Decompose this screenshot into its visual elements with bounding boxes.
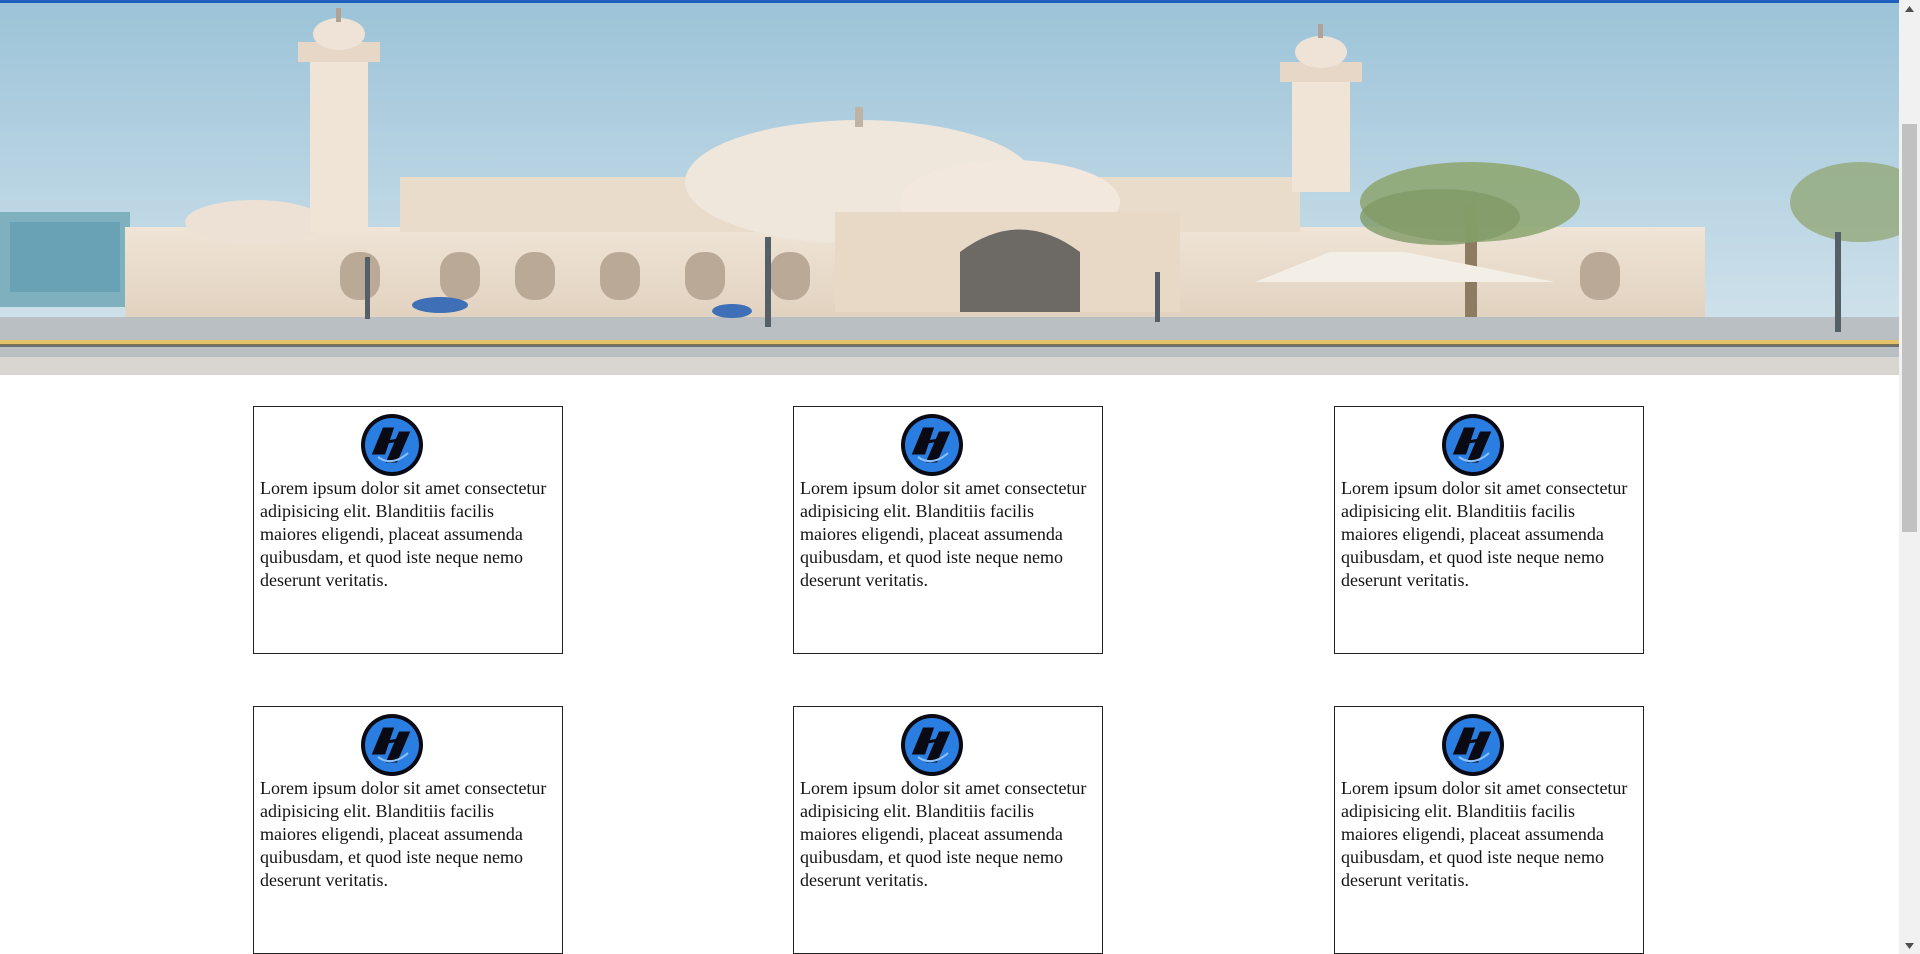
card-text: Lorem ipsum dolor sit amet consectetur a… <box>260 778 547 890</box>
brand-logo-icon <box>900 713 964 777</box>
info-card: Lorem ipsum dolor sit amet consectetur a… <box>1334 706 1644 954</box>
scroll-down-arrow-icon[interactable] <box>1899 937 1920 954</box>
info-card: Lorem ipsum dolor sit amet consectetur a… <box>793 406 1103 654</box>
brand-logo-icon <box>1441 413 1505 477</box>
card-text: Lorem ipsum dolor sit amet consectetur a… <box>800 478 1087 590</box>
card-text: Lorem ipsum dolor sit amet consectetur a… <box>800 778 1087 890</box>
brand-logo-icon <box>1441 713 1505 777</box>
mosque-photo <box>0 2 1899 375</box>
brand-logo-icon <box>360 713 424 777</box>
info-card: Lorem ipsum dolor sit amet consectetur a… <box>253 406 563 654</box>
info-card: Lorem ipsum dolor sit amet consectetur a… <box>1334 406 1644 654</box>
info-card: Lorem ipsum dolor sit amet consectetur a… <box>253 706 563 954</box>
scroll-thumb[interactable] <box>1902 124 1917 532</box>
card-text: Lorem ipsum dolor sit amet consectetur a… <box>1341 778 1628 890</box>
hero-banner <box>0 2 1899 375</box>
brand-logo-icon <box>900 413 964 477</box>
card-text: Lorem ipsum dolor sit amet consectetur a… <box>260 478 547 590</box>
page-viewport: Lorem ipsum dolor sit amet consectetur a… <box>0 0 1899 954</box>
scroll-up-arrow-icon[interactable] <box>1899 0 1920 17</box>
vertical-scrollbar[interactable] <box>1899 0 1920 954</box>
brand-logo-icon <box>360 413 424 477</box>
card-text: Lorem ipsum dolor sit amet consectetur a… <box>1341 478 1628 590</box>
info-card: Lorem ipsum dolor sit amet consectetur a… <box>793 706 1103 954</box>
top-accent-bar <box>0 0 1920 3</box>
